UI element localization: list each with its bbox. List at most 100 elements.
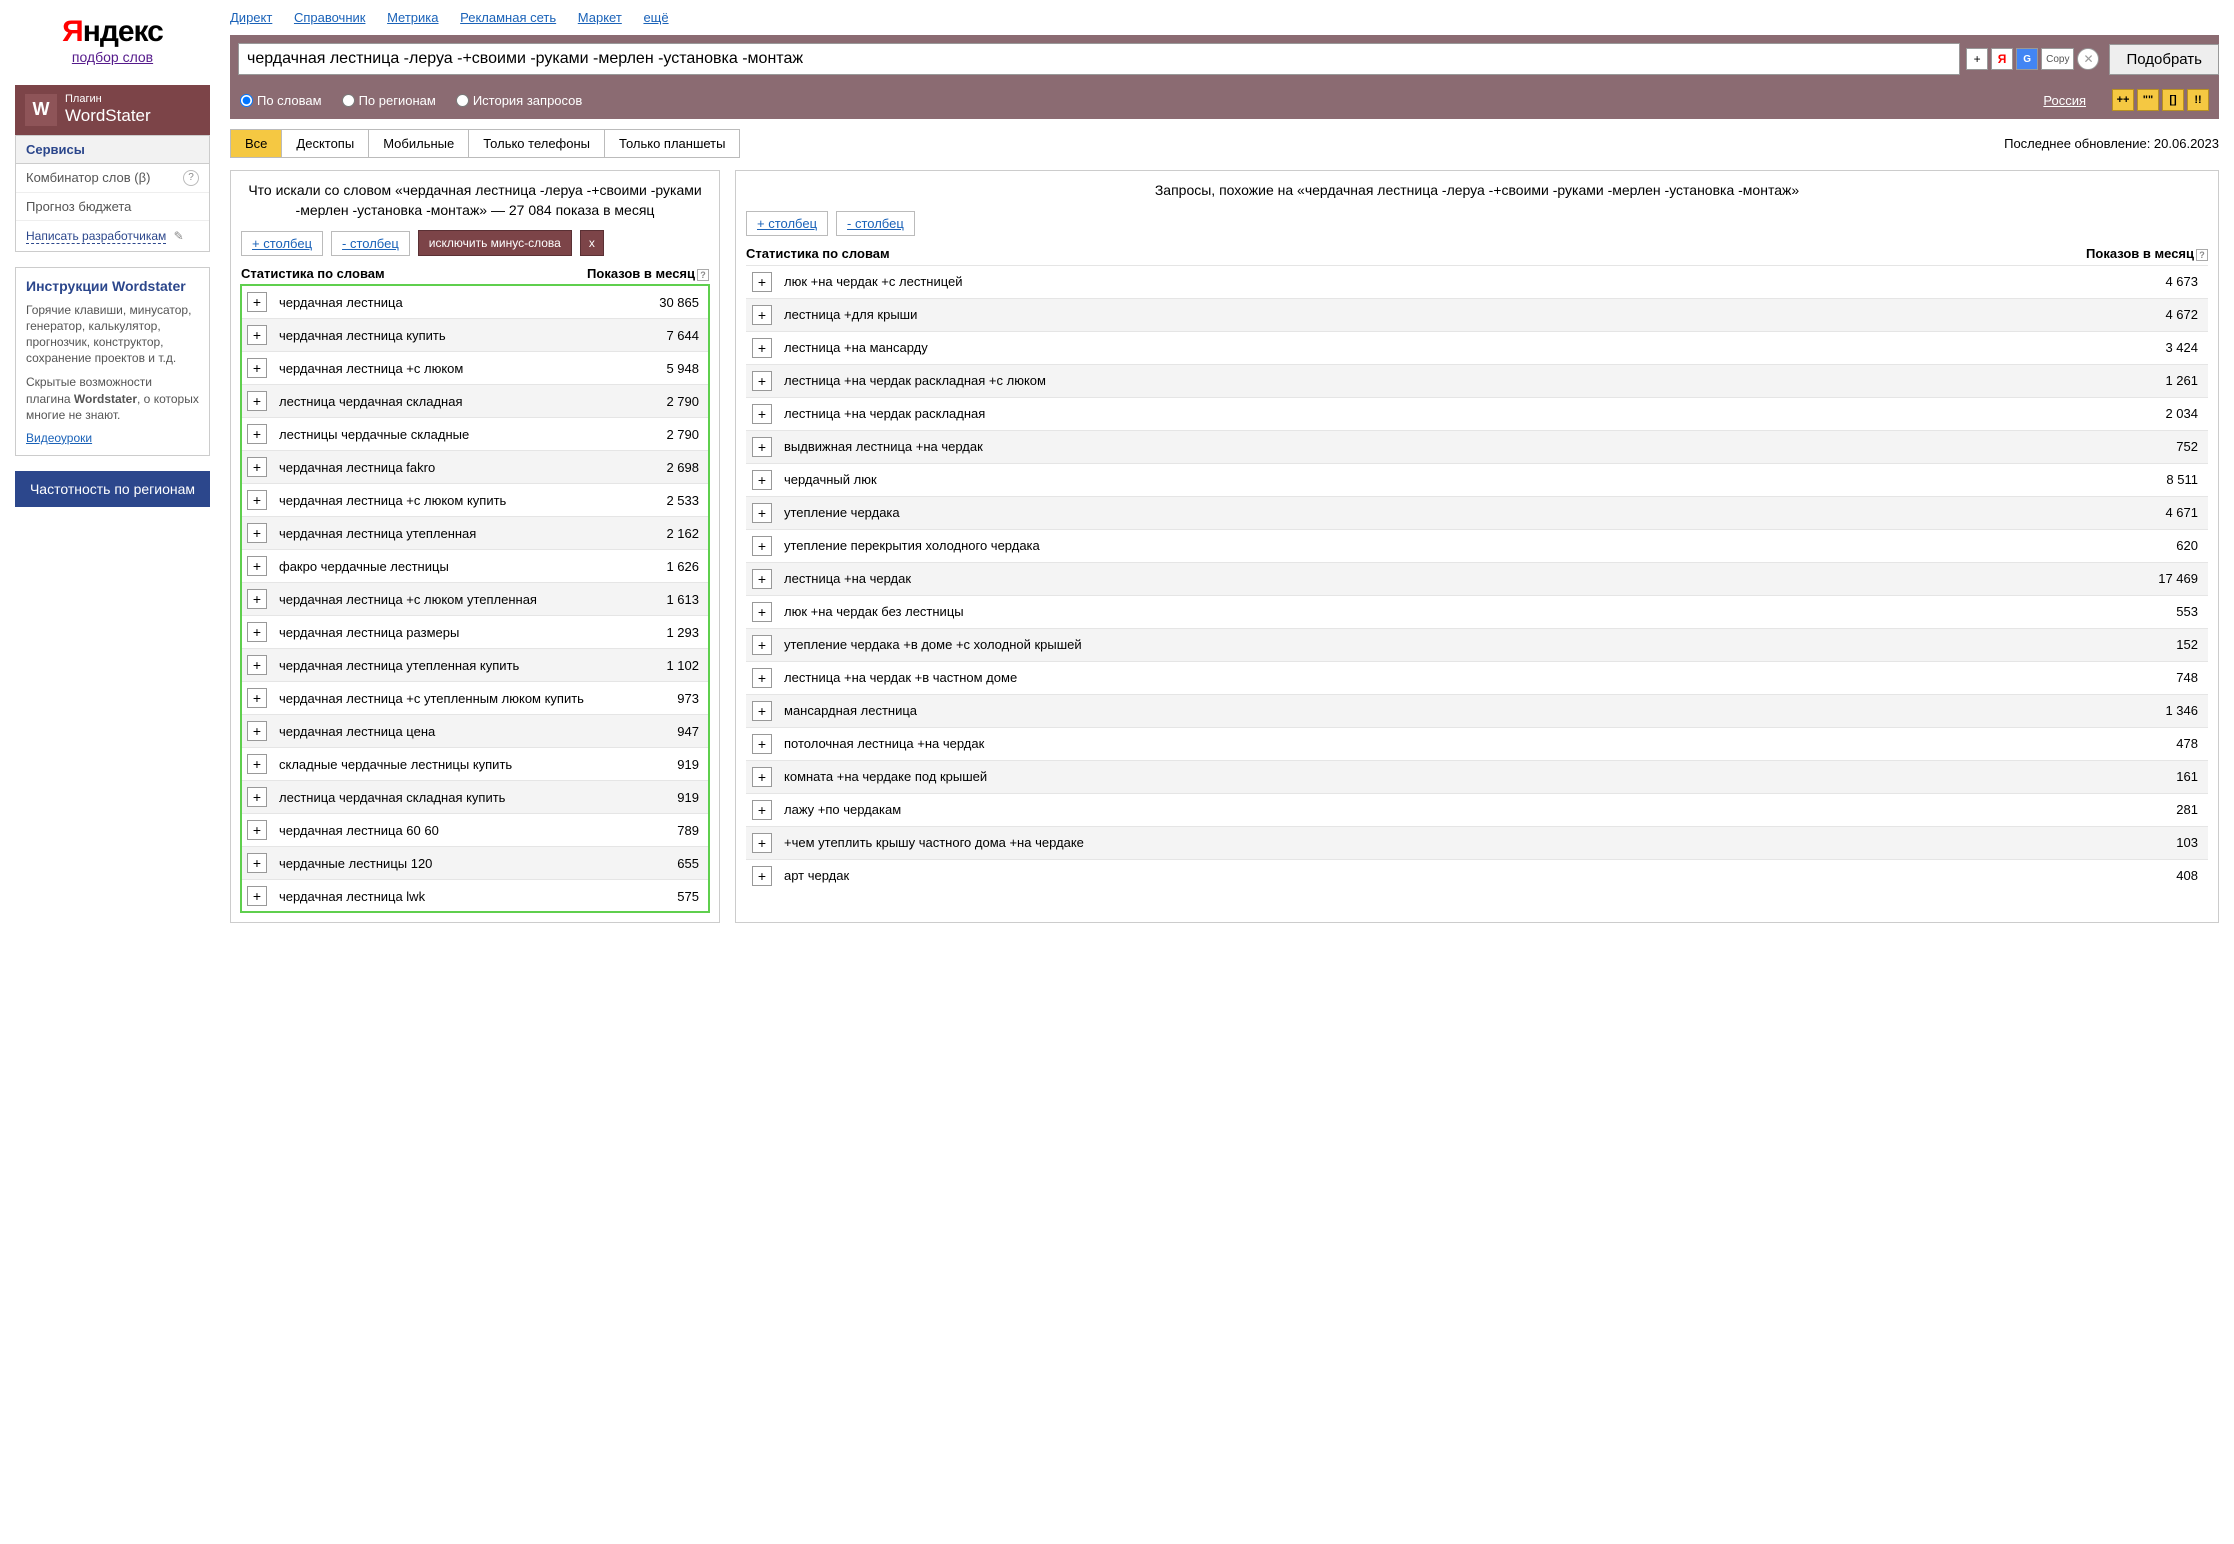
keyword-text[interactable]: лестница +на чердак +в частном доме xyxy=(784,670,2176,685)
keyword-text[interactable]: чердачная лестница 60 60 xyxy=(279,823,677,838)
keyword-text[interactable]: чердачная лестница +с утепленным люком к… xyxy=(279,691,677,706)
exclude-close-button[interactable]: х xyxy=(580,230,604,256)
add-keyword-button[interactable]: + xyxy=(752,866,772,886)
keyword-text[interactable]: факро чердачные лестницы xyxy=(279,559,666,574)
nav-metrika[interactable]: Метрика xyxy=(387,10,438,25)
keyword-text[interactable]: чердачная лестница утепленная xyxy=(279,526,666,541)
nav-adnetwork[interactable]: Рекламная сеть xyxy=(460,10,556,25)
keyword-text[interactable]: лестницы чердачные складные xyxy=(279,427,666,442)
tab-desktops[interactable]: Десктопы xyxy=(282,130,369,157)
submit-button[interactable]: Подобрать xyxy=(2109,44,2219,75)
region-link[interactable]: Россия xyxy=(2043,93,2086,108)
add-keyword-button[interactable]: + xyxy=(247,292,267,312)
nav-more[interactable]: ещё xyxy=(643,10,668,25)
nav-direct[interactable]: Директ xyxy=(230,10,272,25)
tab-mobile[interactable]: Мобильные xyxy=(369,130,469,157)
operator-excl[interactable]: !! xyxy=(2187,89,2209,111)
add-keyword-button[interactable]: + xyxy=(247,688,267,708)
add-keyword-button[interactable]: + xyxy=(752,371,772,391)
search-input[interactable] xyxy=(238,43,1960,75)
add-keyword-button[interactable]: + xyxy=(247,820,267,840)
add-keyword-button[interactable]: + xyxy=(247,754,267,774)
add-keyword-button[interactable]: + xyxy=(752,536,772,556)
add-keyword-button[interactable]: + xyxy=(247,655,267,675)
keyword-text[interactable]: чердачная лестница lwk xyxy=(279,889,677,904)
keyword-text[interactable]: лестница +на чердак раскладная +с люком xyxy=(784,373,2165,388)
video-lessons-link[interactable]: Видеоуроки xyxy=(26,431,92,445)
add-keyword-button[interactable]: + xyxy=(752,437,772,457)
clear-icon[interactable]: ✕ xyxy=(2077,48,2099,70)
help-icon[interactable]: ? xyxy=(697,269,709,281)
add-keyword-button[interactable]: + xyxy=(752,668,772,688)
add-plus-button[interactable]: + xyxy=(1966,48,1988,70)
add-keyword-button[interactable]: + xyxy=(247,589,267,609)
contact-dev-link[interactable]: Написать разработчикам xyxy=(26,229,166,244)
operator-quotes[interactable]: "" xyxy=(2137,89,2159,111)
keyword-text[interactable]: чердачные лестницы 120 xyxy=(279,856,677,871)
add-keyword-button[interactable]: + xyxy=(247,457,267,477)
keyword-text[interactable]: лестница +на чердак xyxy=(784,571,2158,586)
add-keyword-button[interactable]: + xyxy=(247,787,267,807)
tab-phones[interactable]: Только телефоны xyxy=(469,130,605,157)
add-keyword-button[interactable]: + xyxy=(247,358,267,378)
add-keyword-button[interactable]: + xyxy=(247,853,267,873)
add-column-button[interactable]: + столбец xyxy=(241,231,323,256)
operator-brackets[interactable]: [] xyxy=(2162,89,2184,111)
sidebar-item-budget[interactable]: Прогноз бюджета xyxy=(16,193,209,221)
add-keyword-button[interactable]: + xyxy=(247,325,267,345)
add-keyword-button[interactable]: + xyxy=(752,635,772,655)
keyword-text[interactable]: +чем утеплить крышу частного дома +на че… xyxy=(784,835,2176,850)
operator-plusplus[interactable]: ++ xyxy=(2112,89,2134,111)
copy-button[interactable]: Copy xyxy=(2041,48,2074,70)
frequency-by-region-button[interactable]: Частотность по регионам xyxy=(15,471,210,507)
add-keyword-button[interactable]: + xyxy=(752,503,772,523)
remove-column-button[interactable]: - столбец xyxy=(331,231,410,256)
add-keyword-button[interactable]: + xyxy=(752,767,772,787)
add-keyword-button[interactable]: + xyxy=(752,734,772,754)
add-keyword-button[interactable]: + xyxy=(752,833,772,853)
nav-market[interactable]: Маркет xyxy=(578,10,622,25)
keyword-text[interactable]: чердачная лестница размеры xyxy=(279,625,666,640)
add-keyword-button[interactable]: + xyxy=(752,800,772,820)
keyword-text[interactable]: чердачная лестница цена xyxy=(279,724,677,739)
keyword-text[interactable]: чердачная лестница fakro xyxy=(279,460,666,475)
radio-by-regions[interactable]: По регионам xyxy=(342,93,436,108)
add-keyword-button[interactable]: + xyxy=(752,272,772,292)
add-keyword-button[interactable]: + xyxy=(752,569,772,589)
keyword-text[interactable]: лажу +по чердакам xyxy=(784,802,2176,817)
keyword-text[interactable]: лестница чердачная складная xyxy=(279,394,666,409)
add-column-button-r[interactable]: + столбец xyxy=(746,211,828,236)
keyword-text[interactable]: арт чердак xyxy=(784,868,2176,883)
keyword-text[interactable]: мансардная лестница xyxy=(784,703,2165,718)
keyword-text[interactable]: чердачный люк xyxy=(784,472,2166,487)
keyword-text[interactable]: потолочная лестница +на чердак xyxy=(784,736,2176,751)
keyword-text[interactable]: чердачная лестница +с люком xyxy=(279,361,666,376)
keyword-text[interactable]: лестница чердачная складная купить xyxy=(279,790,677,805)
tab-all[interactable]: Все xyxy=(231,130,282,157)
keyword-text[interactable]: чердачная лестница +с люком утепленная xyxy=(279,592,666,607)
remove-column-button-r[interactable]: - столбец xyxy=(836,211,915,236)
add-keyword-button[interactable]: + xyxy=(752,602,772,622)
keyword-text[interactable]: выдвижная лестница +на чердак xyxy=(784,439,2176,454)
add-keyword-button[interactable]: + xyxy=(752,338,772,358)
radio-by-words[interactable]: По словам xyxy=(240,93,322,108)
keyword-text[interactable]: люк +на чердак без лестницы xyxy=(784,604,2176,619)
add-keyword-button[interactable]: + xyxy=(247,886,267,906)
help-icon[interactable]: ? xyxy=(2196,249,2208,261)
google-icon-button[interactable]: G xyxy=(2016,48,2038,70)
add-keyword-button[interactable]: + xyxy=(247,424,267,444)
nav-handbook[interactable]: Справочник xyxy=(294,10,366,25)
help-icon[interactable]: ? xyxy=(183,170,199,186)
add-keyword-button[interactable]: + xyxy=(247,490,267,510)
add-keyword-button[interactable]: + xyxy=(752,701,772,721)
wordstat-subtitle[interactable]: подбор слов xyxy=(15,49,210,65)
add-keyword-button[interactable]: + xyxy=(247,622,267,642)
add-keyword-button[interactable]: + xyxy=(752,305,772,325)
add-keyword-button[interactable]: + xyxy=(752,470,772,490)
add-keyword-button[interactable]: + xyxy=(752,404,772,424)
keyword-text[interactable]: чердачная лестница xyxy=(279,295,659,310)
keyword-text[interactable]: утепление чердака +в доме +с холодной кр… xyxy=(784,637,2176,652)
tab-tablets[interactable]: Только планшеты xyxy=(605,130,739,157)
add-keyword-button[interactable]: + xyxy=(247,721,267,741)
add-keyword-button[interactable]: + xyxy=(247,391,267,411)
